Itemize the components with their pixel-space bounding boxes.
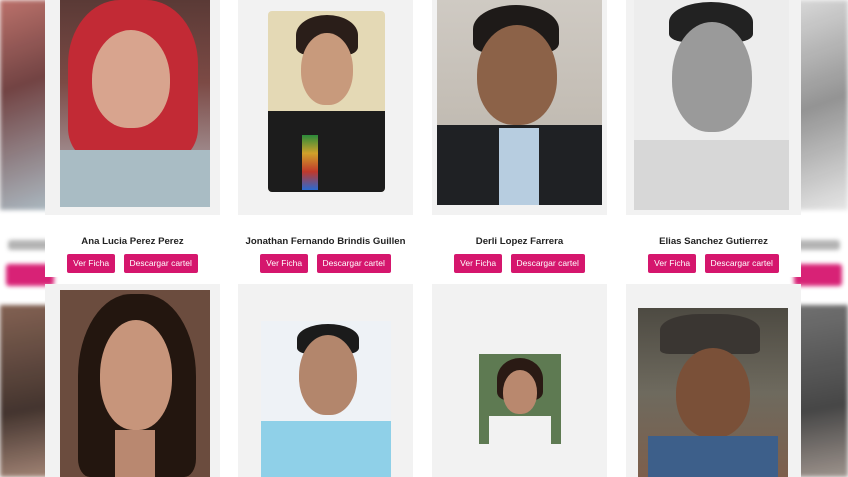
person-name-panel: Jonathan Fernando Brindis Guillen Ver Fi… — [238, 215, 413, 277]
person-photo — [60, 0, 210, 207]
person-card: Elias Sanchez Gutierrez Ver Ficha Descar… — [626, 0, 801, 277]
view-record-button[interactable]: Ver Ficha — [67, 254, 116, 273]
person-card — [626, 284, 801, 477]
person-photo — [634, 0, 789, 210]
view-record-button[interactable]: Ver Ficha — [260, 254, 309, 273]
download-poster-button[interactable]: Descargar cartel — [704, 254, 779, 273]
person-name-panel: Derli Lopez Farrera Ver Ficha Descargar … — [432, 215, 607, 277]
person-card: Jonathan Fernando Brindis Guillen Ver Fi… — [238, 0, 413, 277]
download-poster-button[interactable]: Descargar cartel — [123, 254, 198, 273]
download-poster-button[interactable]: Descargar cartel — [510, 254, 585, 273]
person-name: Ana Lucia Perez Perez — [81, 236, 184, 247]
person-name: Derli Lopez Farrera — [475, 236, 564, 247]
person-photo — [437, 0, 602, 205]
person-photo — [60, 290, 210, 477]
person-photo — [638, 308, 788, 477]
person-name: Jonathan Fernando Brindis Guillen — [245, 236, 406, 247]
person-name-panel: Ana Lucia Perez Perez Ver Ficha Descarga… — [45, 215, 220, 277]
view-record-button[interactable]: Ver Ficha — [454, 254, 503, 273]
person-photo — [268, 11, 385, 192]
person-card — [238, 284, 413, 477]
person-card — [432, 284, 607, 477]
person-name-panel: Elias Sanchez Gutierrez Ver Ficha Descar… — [626, 215, 801, 277]
person-photo — [479, 354, 561, 444]
download-poster-button[interactable]: Descargar cartel — [316, 254, 391, 273]
person-name: Elias Sanchez Gutierrez — [659, 236, 768, 247]
view-record-button[interactable]: Ver Ficha — [648, 254, 697, 273]
person-photo — [261, 321, 391, 477]
person-card: Derli Lopez Farrera Ver Ficha Descargar … — [432, 0, 607, 277]
person-card: Ana Lucia Perez Perez Ver Ficha Descarga… — [45, 0, 220, 277]
person-card — [45, 284, 220, 477]
